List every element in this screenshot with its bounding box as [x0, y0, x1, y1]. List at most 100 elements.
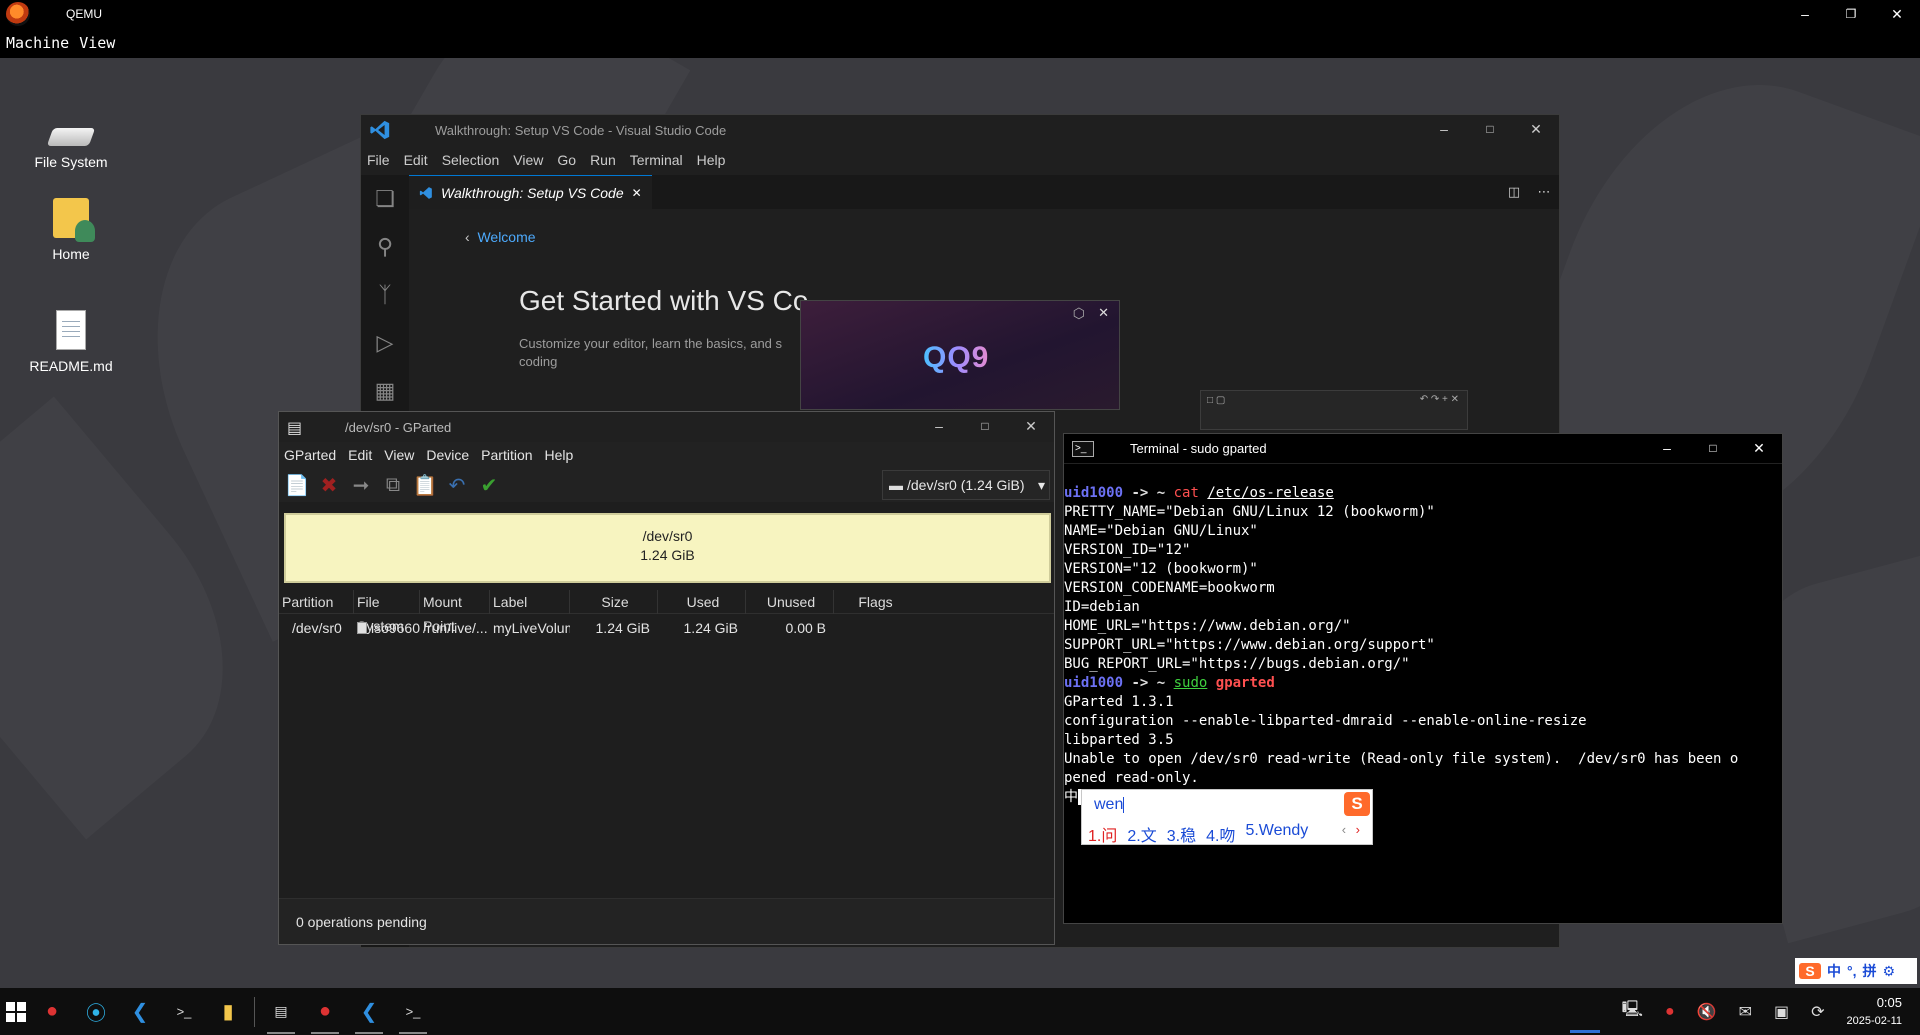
vscode-maximize-button[interactable]: □ — [1467, 115, 1513, 143]
terminal-taskbar-icon[interactable]: >_ — [162, 988, 206, 1035]
ime-punctuation-toggle[interactable]: °, — [1847, 963, 1857, 979]
column-partition[interactable]: Partition — [279, 589, 354, 614]
source-control-icon[interactable]: ᛉ — [361, 271, 409, 319]
gparted-task-icon[interactable]: ▤ — [259, 988, 303, 1035]
qemu-restore-button[interactable]: ❐ — [1828, 0, 1874, 28]
qemu-close-button[interactable]: ✕ — [1874, 0, 1920, 28]
desktop-icon-home[interactable]: Home — [16, 198, 126, 262]
sync-icon[interactable]: ⟳ — [1811, 1002, 1824, 1022]
start-button[interactable] — [2, 988, 30, 1035]
gparted-menu-view[interactable]: View — [384, 447, 414, 463]
column-unused[interactable]: Unused — [746, 589, 834, 614]
vscode-taskbar-icon[interactable]: ❮ — [118, 988, 162, 1035]
qq-task-icon[interactable]: ● — [303, 988, 347, 1035]
column-flags[interactable]: Flags — [834, 590, 914, 614]
welcome-back-link[interactable]: ‹ Welcome — [465, 229, 536, 245]
sogou-logo-icon[interactable]: S — [1799, 963, 1821, 979]
gparted-close-button[interactable]: ✕ — [1008, 412, 1054, 440]
vscode-menu-help[interactable]: Help — [697, 152, 726, 168]
vscode-menu-terminal[interactable]: Terminal — [630, 152, 683, 168]
column-used[interactable]: Used — [658, 589, 746, 614]
desktop-icon-readme[interactable]: README.md — [16, 310, 126, 374]
apply-icon[interactable]: ✔ — [477, 473, 501, 497]
vscode-menu-view[interactable]: View — [513, 152, 543, 168]
qemu-menu-view[interactable]: View — [79, 34, 115, 52]
new-partition-icon[interactable]: 📄 — [285, 473, 310, 497]
file-explorer-taskbar-icon[interactable]: ▮ — [206, 988, 250, 1035]
vscode-menu-edit[interactable]: Edit — [404, 152, 428, 168]
qq-close-icon[interactable]: ✕ — [1098, 305, 1109, 321]
vscode-close-button[interactable]: ✕ — [1513, 115, 1559, 143]
gparted-menu-help[interactable]: Help — [545, 447, 574, 463]
terminal-task-icon[interactable]: >_ — [391, 988, 435, 1035]
ime-candidate[interactable]: 4.吻 — [1206, 822, 1235, 846]
terminal-output[interactable]: uid1000 -> ~ cat /etc/os-release PRETTY_N… — [1064, 464, 1782, 845]
vscode-menu-selection[interactable]: Selection — [442, 152, 500, 168]
desktop-icon-label: README.md — [29, 358, 113, 374]
ime-settings-icon[interactable]: ⚙ — [1883, 963, 1896, 980]
vscode-menu-go[interactable]: Go — [557, 152, 576, 168]
search-icon[interactable]: ⚲ — [361, 223, 409, 271]
column-size[interactable]: Size — [570, 589, 658, 614]
qq-tray-icon[interactable]: ● — [1665, 1003, 1675, 1021]
vscode-window-title: Walkthrough: Setup VS Code - Visual Stud… — [435, 122, 727, 138]
ime-candidate[interactable]: 3.稳 — [1167, 822, 1196, 846]
tab-close-icon[interactable]: ✕ — [632, 186, 642, 200]
vscode-titlebar: Walkthrough: Setup VS Code - Visual Stud… — [361, 115, 1559, 145]
terminal-maximize-button[interactable]: □ — [1690, 434, 1736, 462]
gparted-menu-gparted[interactable]: GParted — [284, 447, 336, 463]
system-clock[interactable]: 0:05 2025-02-11 — [1847, 994, 1902, 1030]
disk-map-device: /dev/sr0 — [642, 528, 693, 544]
network-icon[interactable]: 🖳 — [1622, 998, 1643, 1025]
terminal-minimize-button[interactable]: – — [1644, 434, 1690, 462]
qemu-menu-machine[interactable]: Machine — [6, 34, 69, 52]
prompt-dir: ~ — [1156, 485, 1166, 501]
edge-taskbar-icon[interactable]: ⦿ — [74, 988, 118, 1035]
ime-pinyin-toggle[interactable]: 拼 — [1863, 961, 1877, 981]
resize-move-icon[interactable]: ➞ — [349, 473, 373, 497]
command-argument: /etc/os-release — [1207, 485, 1334, 501]
ime-candidate[interactable]: 5.Wendy — [1245, 822, 1308, 846]
vscode-menu-file[interactable]: File — [367, 152, 390, 168]
ime-candidate[interactable]: 1.问 — [1088, 822, 1117, 846]
notification-icon[interactable]: ✉ — [1739, 1002, 1752, 1022]
ime-mode-toggle[interactable]: 中 — [1827, 961, 1841, 981]
device-selector[interactable]: ▬ /dev/sr0 (1.24 GiB) ▾ — [882, 470, 1050, 500]
disk-map[interactable]: /dev/sr0 1.24 GiB — [284, 513, 1051, 583]
column-mount-point[interactable]: Mount Point — [420, 589, 490, 634]
device-selector-label: /dev/sr0 (1.24 GiB) — [907, 477, 1025, 493]
drive-icon — [46, 128, 96, 146]
desktop-icon-file-system[interactable]: File System — [16, 98, 126, 170]
column-file-system[interactable]: File System — [354, 589, 420, 634]
gparted-maximize-button[interactable]: □ — [962, 412, 1008, 440]
undo-icon[interactable]: ↶ — [445, 473, 469, 497]
copy-icon[interactable]: ⧉ — [381, 473, 405, 497]
extensions-icon[interactable]: ▦ — [361, 367, 409, 415]
gparted-menu-partition[interactable]: Partition — [481, 447, 532, 463]
gparted-menu-device[interactable]: Device — [426, 447, 469, 463]
explorer-icon[interactable]: ❏ — [361, 175, 409, 223]
cell-mount-point: /run/live/... — [423, 620, 488, 636]
tab-walkthrough[interactable]: Walkthrough: Setup VS Code ✕ — [409, 175, 652, 209]
vscode-menu-run[interactable]: Run — [590, 152, 616, 168]
gparted-menubar: GParted Edit View Device Partition Help — [279, 442, 1054, 468]
display-icon[interactable]: ▣ — [1774, 1002, 1789, 1022]
column-label[interactable]: Label — [490, 589, 570, 614]
delete-partition-icon[interactable]: ✖ — [317, 473, 341, 497]
more-actions-icon[interactable]: ⋯ — [1529, 175, 1559, 209]
volume-muted-icon[interactable]: 🔇 — [1697, 1002, 1717, 1022]
paste-icon[interactable]: 📋 — [413, 473, 438, 497]
chevron-left-icon[interactable]: ‹ — [1342, 822, 1346, 837]
ime-candidate[interactable]: 2.文 — [1127, 822, 1156, 846]
qq-taskbar-icon[interactable]: ● — [30, 988, 74, 1035]
run-debug-icon[interactable]: ▷ — [361, 319, 409, 367]
split-editor-icon[interactable]: ◫ — [1499, 175, 1529, 209]
qemu-minimize-button[interactable]: – — [1782, 0, 1828, 28]
vscode-task-icon[interactable]: ❮ — [347, 988, 391, 1035]
gparted-menu-edit[interactable]: Edit — [348, 447, 372, 463]
vscode-minimize-button[interactable]: – — [1421, 115, 1467, 143]
qq-settings-icon[interactable]: ⬡ — [1073, 305, 1085, 322]
gparted-minimize-button[interactable]: – — [916, 412, 962, 440]
chevron-right-icon[interactable]: › — [1356, 822, 1360, 837]
terminal-close-button[interactable]: ✕ — [1736, 434, 1782, 462]
